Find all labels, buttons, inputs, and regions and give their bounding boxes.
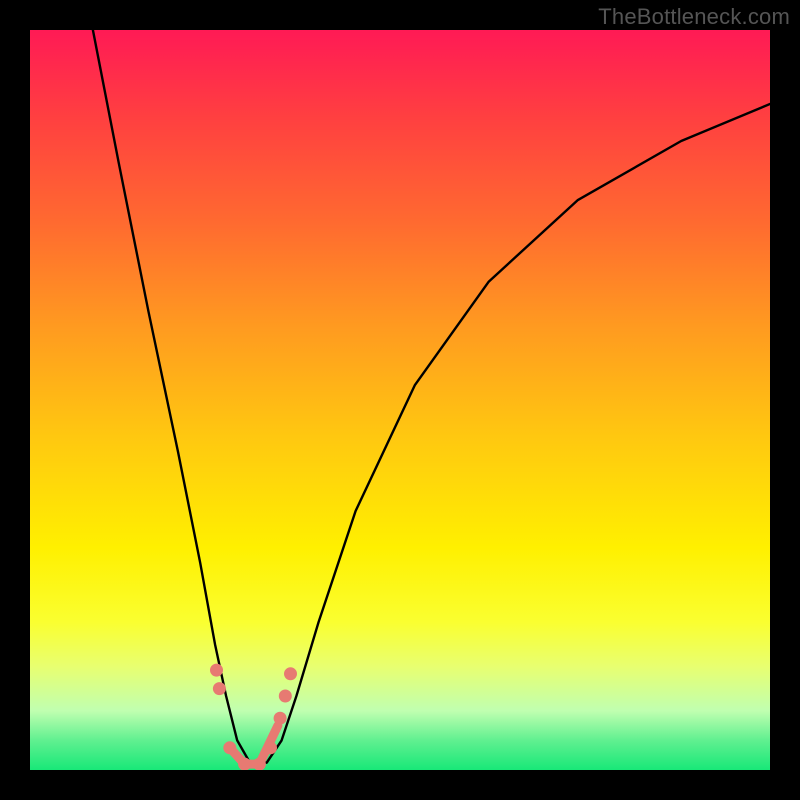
marker-point [213,682,226,695]
watermark-text: TheBottleneck.com [598,4,790,30]
marker-point [284,667,297,680]
marker-point [238,758,251,770]
marker-point [223,741,236,754]
marker-point [253,758,266,770]
marker-point [279,690,292,703]
chart-frame: TheBottleneck.com [0,0,800,800]
chart-svg [30,30,770,770]
marker-point [210,664,223,677]
plot-area [30,30,770,770]
marker-point [264,741,277,754]
bottleneck-curve [93,30,770,766]
marker-point [274,712,287,725]
